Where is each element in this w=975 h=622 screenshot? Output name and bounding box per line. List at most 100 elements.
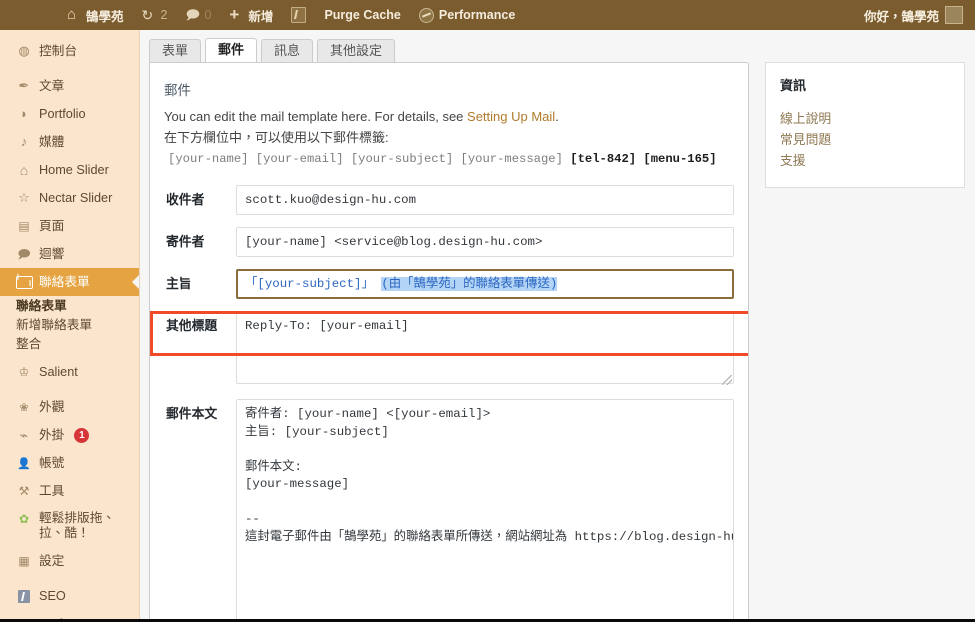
performance-icon [418,7,434,23]
mail-settings-panel: 郵件 You can edit the mail template here. … [149,62,749,622]
comments-icon [16,246,32,262]
submenu-item-integration[interactable]: 整合 [16,335,139,354]
menu-group-spacer [0,65,139,72]
sidebar-item-label: 外掛 [39,428,65,442]
sidebar-item-label: 設定 [39,554,65,568]
account-greeting[interactable]: 你好，鵠學苑 [864,6,939,25]
sidebar-item-label: 聯絡表單 [39,275,90,289]
sidebar-item-label: Salient [39,365,78,379]
media-icon [16,134,32,150]
sender-input[interactable] [236,227,734,257]
performance-label: Performance [438,8,516,22]
subject-input[interactable]: 「[your-subject]」 (由「鵠學苑」的聯絡表單傳送) [236,269,734,299]
contact-form-submenu: 聯絡表單 新增聯絡表單 整合 [0,296,139,358]
sidebar-item-posts[interactable]: 文章 [0,72,139,100]
comments-count: 0 [204,8,212,22]
admin-bar-purge-cache[interactable]: Purge Cache [315,0,409,30]
avatar[interactable] [945,6,963,24]
sidebar-item-plugins[interactable]: 外掛 1 [0,421,139,449]
admin-bar-comments[interactable]: 0 [176,0,220,30]
plugins-update-badge: 1 [74,427,90,443]
sidebar-item-label: 工具 [39,484,65,498]
sidebar-item-salient[interactable]: Salient [0,358,139,386]
submenu-item-contact-forms[interactable]: 聯絡表單 [16,297,139,316]
sidebar-item-label: 外觀 [39,400,65,414]
sidebar-item-comments[interactable]: 迴響 [0,240,139,268]
admin-bar-seo[interactable] [282,0,315,30]
info-link-support[interactable]: 支援 [780,150,950,171]
sidebar-item-appearance[interactable]: 外觀 [0,393,139,421]
home-slider-icon [16,162,32,178]
admin-bar-site-name[interactable]: 鵠學苑 [58,0,133,30]
sidebar-item-label: SEO [39,589,66,603]
admin-bar-left: 鵠學苑 2 0 新增 Purge Cache Performa [0,0,524,30]
sidebar-item-tools[interactable]: 工具 [0,477,139,505]
recipient-input[interactable] [236,185,734,215]
headers-textarea[interactable]: Reply-To: [your-email] [236,311,734,384]
sidebar-item-label: Nectar Slider [39,191,113,205]
updates-count: 2 [160,8,168,22]
sidebar-item-nectar-slider[interactable]: Nectar Slider [0,184,139,212]
sidebar-item-pages[interactable]: 頁面 [0,212,139,240]
admin-bar-performance[interactable]: Performance [410,0,524,30]
info-link-faq[interactable]: 常見問題 [780,129,950,150]
description-suffix: . [555,109,559,124]
setting-up-mail-link[interactable]: Setting Up Mail [467,109,555,124]
mail-form-table: 收件者 寄件者 主旨 「[your-subject]」 (由「鵠學苑」的聯絡表單… [164,179,734,622]
refresh-icon [142,8,156,22]
crown-icon [16,364,32,380]
layout-icon [16,511,32,527]
sidebar-item-label: 控制台 [39,44,78,58]
mail-icon [16,274,33,290]
sidebar-item-label: 帳號 [39,456,65,470]
sidebar-item-label: 媒體 [39,135,65,149]
admin-bar: 鵠學苑 2 0 新增 Purge Cache Performa [0,0,975,30]
mail-tags-bold: [tel-842] [menu-165] [570,152,717,166]
tab-mail[interactable]: 郵件 [205,38,258,63]
sidebar-item-users[interactable]: 帳號 [0,449,139,477]
info-box-title: 資訊 [780,78,807,93]
tab-messages[interactable]: 訊息 [261,39,314,63]
wordpress-admin-screen: 鵠學苑 2 0 新增 Purge Cache Performa [0,0,975,622]
comment-icon [185,8,199,22]
tab-additional-settings[interactable]: 其他設定 [317,39,396,63]
appearance-icon [16,399,32,415]
panel-description-line2: 在下方欄位中，可以使用以下郵件標籤: [164,130,389,145]
menu-group-spacer [0,575,139,582]
sidebar-item-label: 迴響 [39,247,65,261]
seo-icon [291,7,307,23]
sidebar-item-label: Home Slider [39,163,109,177]
sidebar-item-home-slider[interactable]: Home Slider [0,156,139,184]
sender-label: 寄件者 [166,234,205,249]
plugins-icon [16,427,32,443]
dashboard-icon [16,43,32,59]
panel-description: You can edit the mail template here. For… [164,107,734,126]
sidebar-item-portfolio[interactable]: Portfolio [0,100,139,128]
info-link-online-help[interactable]: 線上說明 [780,108,950,129]
sidebar-item-contact-form[interactable]: 聯絡表單 [0,268,139,296]
mail-tag-list: [your-name] [your-email] [your-subject] … [164,149,734,169]
menu-group-spacer [0,386,139,393]
headers-label: 其他標題 [166,318,218,333]
subject-label: 主旨 [166,276,192,291]
submenu-item-add-new[interactable]: 新增聯絡表單 [16,316,139,335]
sidebar-item-media[interactable]: 媒體 [0,128,139,156]
panel-heading: 郵件 [164,83,191,98]
main-content: 表單 郵件 訊息 其他設定 郵件 You can edit the mail t… [140,30,975,622]
tab-form[interactable]: 表單 [149,39,202,63]
body-textarea-wrap: 寄件者: [your-name] <[your-email]> 主旨: [you… [236,399,734,622]
admin-bar-updates[interactable]: 2 [133,0,177,30]
sidebar-item-seo[interactable]: SEO [0,582,139,610]
sidebar-item-dashboard[interactable]: 控制台 [0,37,139,65]
sidebar-item-settings[interactable]: 設定 [0,547,139,575]
new-label: 新增 [248,9,274,24]
menu-top-spacer [0,30,139,37]
subject-value-plain: 「[your-subject]」 [245,277,382,291]
sidebar-item-page-builder[interactable]: 輕鬆排版拖、拉、酷！ [0,505,139,547]
sidebar-item-label: 頁面 [39,219,65,233]
sidebar-item-label: Portfolio [39,107,86,121]
body-textarea[interactable]: 寄件者: [your-name] <[your-email]> 主旨: [you… [236,399,734,622]
field-row-recipient: 收件者 [164,179,734,221]
recipient-label: 收件者 [166,192,205,207]
admin-bar-new[interactable]: 新增 [220,0,282,30]
